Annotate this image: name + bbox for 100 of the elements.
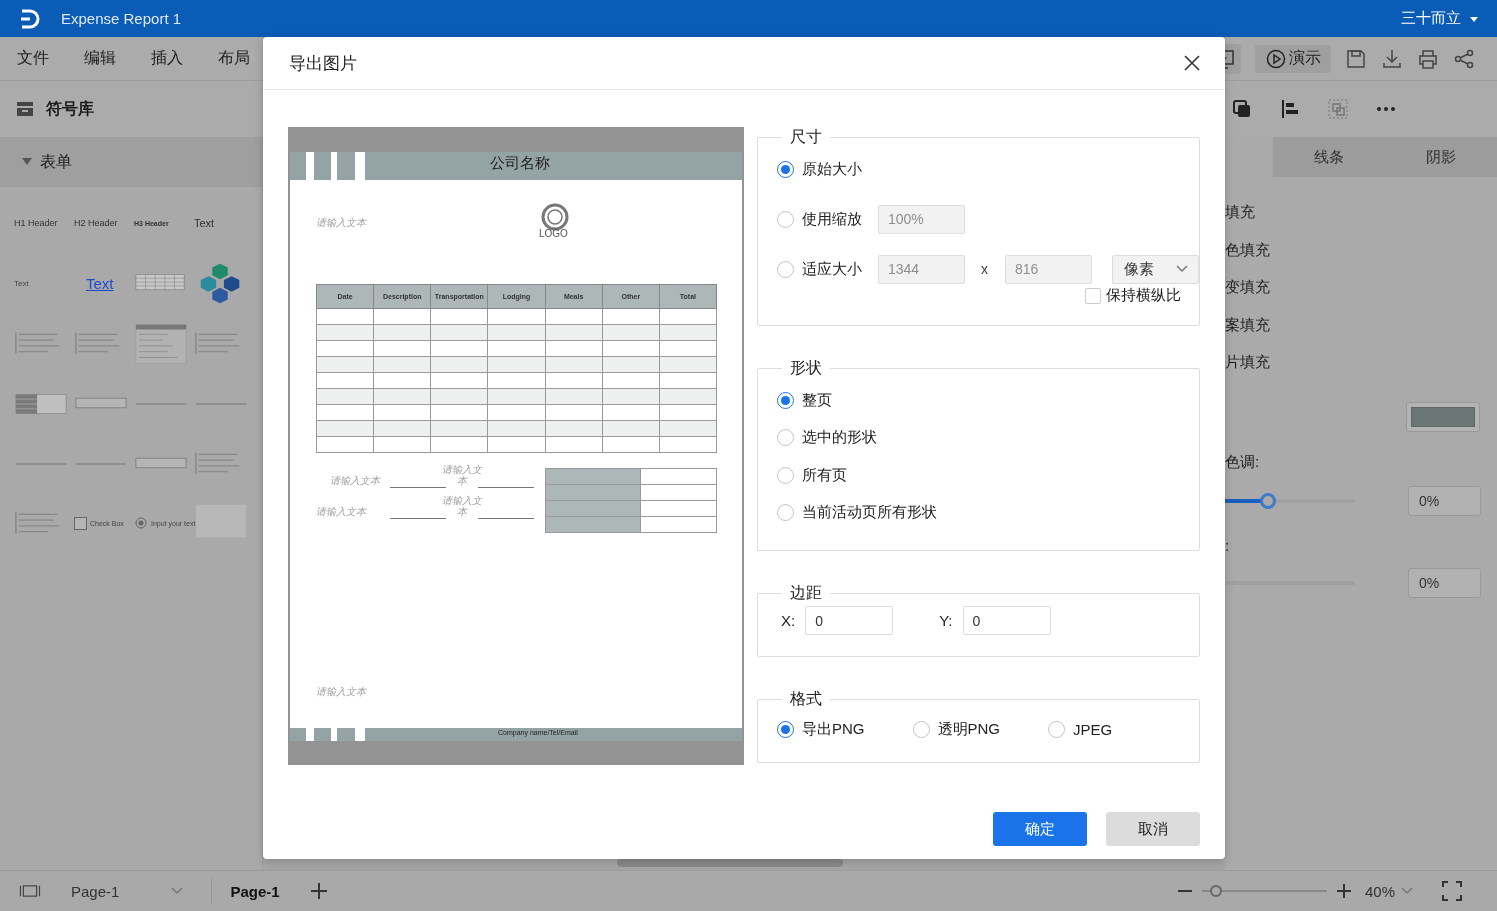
menu-item[interactable]: 文件 [17, 48, 49, 69]
group-icon[interactable] [1327, 98, 1349, 120]
table-cell [373, 372, 431, 389]
chevron-icon [171, 887, 184, 895]
placeholder-text: 请输入文本 [330, 474, 380, 488]
placeholder-text: 请输入文本 [441, 465, 484, 486]
color-swatch [1411, 406, 1475, 427]
fill-option[interactable]: 填充 [1225, 194, 1497, 232]
menu-item[interactable]: 插入 [151, 48, 183, 69]
confirm-button[interactable]: 确定 [993, 812, 1087, 846]
option-label: 导出PNG [802, 719, 865, 739]
option-label: JPEG [1073, 720, 1113, 738]
table-cell [659, 308, 717, 325]
table-cell [602, 308, 660, 325]
zoom-in-icon[interactable] [1336, 884, 1351, 898]
fill-option[interactable]: 片填充 [1225, 344, 1497, 382]
chevron-icon [1401, 887, 1413, 895]
table-cell [659, 404, 717, 421]
field-label: X: [781, 612, 796, 629]
header-shape[interactable]: H2 Header [74, 218, 118, 228]
table-cell [659, 372, 717, 389]
table-cell [316, 340, 374, 357]
page-select[interactable]: Page-1 [71, 878, 213, 904]
table-cell [316, 436, 374, 453]
table-cell [373, 340, 431, 357]
option-label: 适应大小 [802, 259, 863, 279]
value-field[interactable]: 0% [1408, 567, 1481, 598]
table-cell [430, 308, 488, 325]
text-shape[interactable]: Text [14, 278, 29, 288]
fill-option[interactable]: 色填充 [1225, 231, 1497, 269]
table-cell [487, 372, 546, 389]
option-label: 所有页 [802, 465, 847, 485]
option-label: 当前活动页所有形状 [802, 503, 937, 522]
table-cell [545, 308, 603, 325]
fill-option[interactable]: 案填充 [1225, 306, 1497, 344]
group-title: 尺寸 [789, 127, 823, 147]
table-cell [373, 308, 431, 325]
table-cell [373, 436, 431, 453]
table-cell [487, 340, 546, 357]
margin-y-field[interactable]: 0 [962, 606, 1051, 635]
table-cell [487, 308, 546, 325]
option-label: 整页 [802, 390, 832, 410]
cancel-button[interactable]: 取消 [1106, 812, 1200, 846]
table-cell [487, 404, 546, 421]
section-title: 表单 [40, 151, 72, 172]
close-icon[interactable] [1184, 55, 1200, 71]
checkbox[interactable] [1085, 287, 1101, 304]
table-cell [659, 340, 717, 357]
zoom-thumb[interactable] [1209, 885, 1222, 897]
color-picker[interactable] [1406, 401, 1480, 432]
library-title: 符号库 [46, 98, 94, 119]
logo-text: LOGO [539, 228, 568, 239]
table-cell [545, 372, 603, 389]
placeholder-text: 请输入文本 [316, 216, 366, 230]
document-title: Expense Report 1 [61, 10, 182, 27]
option-label: 选中的形状 [802, 428, 877, 447]
table-cell [602, 340, 660, 357]
company-title: 公司名称 [490, 154, 550, 173]
menu-item[interactable]: 编辑 [84, 48, 116, 69]
save-icon[interactable] [1345, 47, 1367, 70]
text-shape[interactable]: Text [194, 217, 215, 229]
share-icon[interactable] [1453, 47, 1475, 70]
placeholder-text: 请输入文本 [316, 505, 366, 519]
checkbox-label: 保持横纵比 [1106, 286, 1181, 305]
group-title: 形状 [789, 358, 823, 378]
field-label: Y: [939, 612, 953, 629]
table-cell [545, 436, 603, 453]
option-label: 透明PNG [937, 719, 1001, 739]
download-icon[interactable] [1381, 47, 1403, 70]
page-tab[interactable]: Page-1 [230, 882, 280, 900]
slider-thumb[interactable] [1260, 492, 1277, 509]
copy-icon[interactable] [1231, 98, 1253, 120]
zoom-select[interactable]: 40% [1364, 882, 1413, 900]
option-label: 原始大小 [802, 159, 863, 179]
scrollbar-thumb[interactable] [617, 859, 843, 867]
user-name[interactable]: 三十而立 [1401, 9, 1461, 28]
section-header[interactable]: 表单 [0, 137, 262, 187]
table-cell [659, 436, 717, 453]
zoom-value: 40% [1364, 882, 1395, 900]
dialog-title: 导出图片 [289, 52, 357, 75]
unit-select[interactable]: 像素 [1112, 254, 1199, 284]
placeholder-text: 请输入文本 [441, 496, 484, 517]
library-icon [16, 101, 34, 117]
align-icon[interactable] [1279, 98, 1301, 120]
table-cell [373, 404, 431, 421]
placeholder-text: 请输入文本 [316, 685, 366, 699]
play-icon [1265, 47, 1287, 70]
table-cell [602, 372, 660, 389]
times-sign: x [981, 261, 988, 277]
present-button[interactable]: 演示 [1255, 44, 1331, 73]
menu-item[interactable]: 布局 [218, 48, 250, 69]
value-field[interactable]: 0% [1408, 485, 1481, 516]
fill-option[interactable]: 变填充 [1225, 269, 1497, 307]
print-icon[interactable] [1417, 47, 1439, 70]
header-shape[interactable]: H1 Header [14, 218, 58, 228]
unit-value: 像素 [1124, 259, 1154, 279]
slider-label: : [1225, 536, 1231, 554]
margin-x-field[interactable]: 0 [805, 606, 894, 635]
fullscreen-icon[interactable] [1441, 880, 1463, 902]
logo-drawing [541, 203, 569, 231]
